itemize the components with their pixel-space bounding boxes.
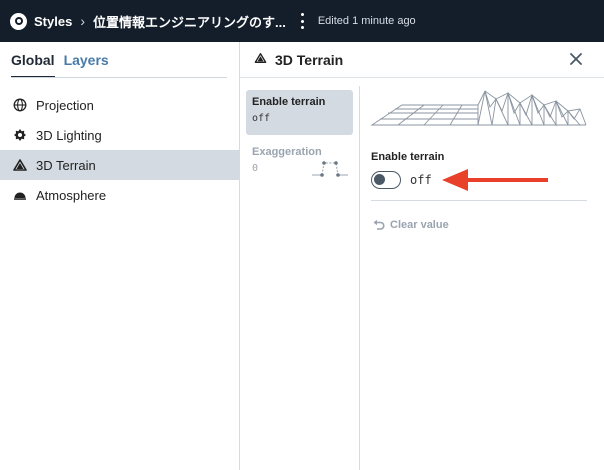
terrain-panel: 3D Terrain Enable terrain off Exaggerati… bbox=[240, 42, 604, 470]
terrain-preview-illustration bbox=[370, 90, 587, 127]
nav-item-label: Projection bbox=[36, 97, 94, 113]
style-name[interactable]: 位置情報エンジニアリングのす... bbox=[93, 12, 286, 31]
nav-item-3d-lighting[interactable]: 3D Lighting bbox=[0, 120, 239, 150]
global-nav: Projection 3D Lighting 3D Terrain Atmosp… bbox=[0, 90, 239, 210]
exaggeration-curve-icon bbox=[312, 161, 348, 177]
top-bar: Styles › 位置情報エンジニアリングのす... Edited 1 minu… bbox=[0, 0, 604, 42]
globe-icon bbox=[13, 98, 27, 112]
toggle-knob bbox=[374, 174, 385, 185]
terrain-icon bbox=[13, 158, 27, 172]
tab-global[interactable]: Global bbox=[11, 52, 55, 78]
mapbox-logo-icon[interactable] bbox=[10, 12, 27, 30]
more-options-icon[interactable] bbox=[296, 11, 310, 31]
property-name: Exaggeration bbox=[252, 146, 322, 158]
column-divider bbox=[359, 86, 360, 470]
clear-value-label: Clear value bbox=[390, 219, 449, 231]
property-enable-terrain[interactable]: Enable terrain off bbox=[246, 90, 353, 135]
nav-item-label: Atmosphere bbox=[36, 187, 107, 203]
panel-title: 3D Terrain bbox=[275, 51, 344, 68]
enable-terrain-label: Enable terrain bbox=[371, 151, 445, 163]
nav-item-3d-terrain[interactable]: 3D Terrain bbox=[0, 150, 239, 180]
enable-terrain-toggle[interactable] bbox=[371, 171, 401, 189]
nav-item-projection[interactable]: Projection bbox=[0, 90, 239, 120]
nav-item-label: 3D Terrain bbox=[36, 157, 96, 173]
close-icon[interactable] bbox=[568, 51, 584, 67]
clear-value-button[interactable]: Clear value bbox=[373, 219, 449, 231]
undo-icon bbox=[373, 219, 385, 230]
atmosphere-icon bbox=[13, 188, 27, 202]
breadcrumb-styles[interactable]: Styles bbox=[34, 14, 72, 29]
edited-status: Edited 1 minute ago bbox=[317, 15, 416, 27]
chevron-right-icon: › bbox=[80, 13, 85, 29]
tab-divider bbox=[11, 77, 227, 78]
nav-item-atmosphere[interactable]: Atmosphere bbox=[0, 180, 239, 210]
left-panel: Global Layers Projection 3D Lighting 3D … bbox=[0, 42, 240, 470]
tab-layers[interactable]: Layers bbox=[64, 52, 109, 78]
nav-item-label: 3D Lighting bbox=[36, 127, 102, 143]
arrow-annotation-icon bbox=[442, 169, 548, 191]
lighting-icon bbox=[13, 128, 27, 142]
property-exaggeration[interactable]: Exaggeration 0 bbox=[246, 140, 353, 185]
panel-tabs: Global Layers bbox=[11, 52, 109, 78]
toggle-value: off bbox=[410, 173, 432, 187]
terrain-icon bbox=[254, 51, 267, 69]
editor-divider bbox=[371, 200, 587, 201]
panel-header: 3D Terrain bbox=[240, 42, 604, 78]
property-name: Enable terrain bbox=[252, 96, 326, 108]
property-value: off bbox=[252, 113, 271, 124]
